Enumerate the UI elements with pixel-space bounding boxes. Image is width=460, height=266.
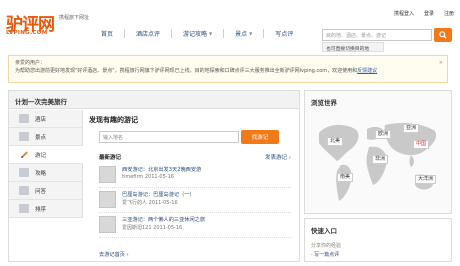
- place-name-input[interactable]: 输入地名: [99, 131, 239, 143]
- continent-china[interactable]: 中国: [413, 140, 430, 149]
- note-title-link[interactable]: 巴厘岛游记：巴厘岛游记（一）: [122, 191, 195, 198]
- search-icon: [439, 31, 447, 39]
- search-button[interactable]: [434, 28, 452, 42]
- continent-europe[interactable]: 欧洲: [375, 130, 392, 139]
- notice-text: 为帮助您出游前更好地发现"好评酒店、景点"，携程旅行网旗下驴评网现已上线，目的地…: [15, 68, 378, 74]
- travel-notes-content: 发现有趣的游记 输入地名 找游记 最新游记 发表游记 › 西安游记：北京出发3天…: [89, 115, 295, 258]
- ranking-icon: [19, 204, 29, 213]
- write-review-link[interactable]: · 写一篇点评: [311, 251, 447, 258]
- notice-banner: 亲爱的用户： 为帮助您出游前更好地发现"好评酒店、景点"，携程旅行网旗下驴评网现…: [8, 55, 448, 83]
- avatar[interactable]: [99, 166, 116, 183]
- pencil-icon: [19, 150, 29, 159]
- close-icon[interactable]: ×: [439, 59, 443, 67]
- attraction-icon: [19, 132, 29, 141]
- nav-write-review[interactable]: 写点评: [264, 29, 304, 38]
- nav-travel-notes[interactable]: 游记攻略 ▼: [172, 29, 223, 38]
- note-title-link[interactable]: 西安游记：北京出发3天2晚西安游: [122, 166, 201, 173]
- hotel-icon: [19, 114, 29, 123]
- continent-oceania[interactable]: 大洋洲: [415, 175, 437, 184]
- top-links: 携程登入 登录 注册: [394, 10, 454, 17]
- notes-list: 西安游记：北京出发3天2晚西安游 timefirm 2011-05-16 巴厘岛…: [99, 163, 291, 238]
- latest-notes-label: 最新游记: [99, 155, 122, 161]
- list-item: 西安游记：北京出发3天2晚西安游 timefirm 2011-05-16: [99, 163, 291, 188]
- trip-planner-panel: 计划一次完美旅行 酒店 景点 游记 攻略 问答 排序 发现有趣的游记 输入地名 …: [8, 90, 300, 262]
- nav-home[interactable]: 首页: [90, 29, 124, 38]
- question-icon: [19, 186, 29, 195]
- search-input[interactable]: 目的地、酒店、景点、游记: [322, 29, 432, 41]
- content-title: 发现有趣的游记: [89, 116, 138, 124]
- notes-home-link[interactable]: 去游记首页 ›: [99, 251, 129, 258]
- post-note-link[interactable]: 发表游记 ›: [265, 153, 291, 161]
- planner-tabs: 酒店 景点 游记 攻略 问答 排序: [9, 110, 83, 218]
- world-browse-panel: 浏览世界 北美 欧洲 亚洲 中国 非洲 南美 大洋洲: [304, 90, 452, 214]
- panel-title: 快速入口: [311, 227, 337, 235]
- tab-travel-notes[interactable]: 游记: [9, 146, 83, 164]
- guide-icon: [19, 168, 29, 177]
- notice-greeting: 亲爱的用户：: [15, 60, 46, 66]
- feedback-link[interactable]: 反馈建议: [357, 68, 377, 74]
- chevron-down-icon: ▼: [249, 30, 253, 36]
- register-link[interactable]: 注册: [444, 10, 454, 17]
- note-meta: timefirm 2011-05-16: [122, 174, 174, 180]
- note-title-link[interactable]: 三亚游记：两个懒人的三亚休闲之旅: [122, 216, 205, 223]
- panel-title: 计划一次完美旅行: [9, 91, 299, 109]
- tab-attraction[interactable]: 景点: [9, 128, 83, 146]
- note-meta: 爱因斯坦121 2011-05-16: [122, 225, 183, 231]
- latest-notes-header: 最新游记 发表游记 ›: [99, 153, 291, 161]
- avatar[interactable]: [99, 191, 116, 208]
- continent-south-america[interactable]: 南美: [337, 173, 354, 182]
- login-link[interactable]: 登录: [424, 10, 434, 17]
- note-meta: 爱飞行的人 2011-05-16: [122, 200, 178, 206]
- tab-hotel[interactable]: 酒店: [9, 110, 83, 128]
- list-item: 巴厘岛游记：巴厘岛游记（一） 爱飞行的人 2011-05-16: [99, 188, 291, 213]
- chevron-down-icon: ▼: [209, 30, 213, 36]
- share-experience-text: 分享你的经验: [311, 243, 342, 249]
- tab-guide[interactable]: 攻略: [9, 164, 83, 182]
- logo-subtitle: LVPING.COM: [6, 30, 48, 36]
- tagline: 携程旅下网址: [59, 15, 90, 21]
- world-map: 北美 欧洲 亚洲 中国 非洲 南美 大洋洲: [311, 115, 447, 207]
- list-item: 三亚游记：两个懒人的三亚休闲之旅 爱因斯坦121 2011-05-16: [99, 213, 291, 238]
- continent-north-america[interactable]: 北美: [327, 137, 344, 146]
- continent-asia[interactable]: 亚洲: [403, 124, 420, 133]
- avatar[interactable]: [99, 216, 116, 233]
- find-notes-button[interactable]: 找游记: [241, 130, 279, 144]
- nav-hotel-reviews[interactable]: 酒店点评: [125, 29, 171, 38]
- quick-access-panel: 快速入口 分享你的经验 · 写一篇点评: [304, 218, 452, 262]
- main-nav: 首页 酒店点评 游记攻略 ▼ 景点 ▼ 写点评: [90, 26, 304, 40]
- panel-title: 浏览世界: [311, 99, 337, 107]
- continent-africa[interactable]: 非洲: [372, 155, 389, 164]
- ctrip-login-link[interactable]: 携程登入: [394, 10, 414, 17]
- destination-switch-tip[interactable]: 也可直接切换目的地: [322, 42, 384, 52]
- nav-attractions[interactable]: 景点 ▼: [224, 29, 263, 38]
- tab-ranking[interactable]: 排序: [9, 200, 83, 218]
- tab-qa[interactable]: 问答: [9, 182, 83, 200]
